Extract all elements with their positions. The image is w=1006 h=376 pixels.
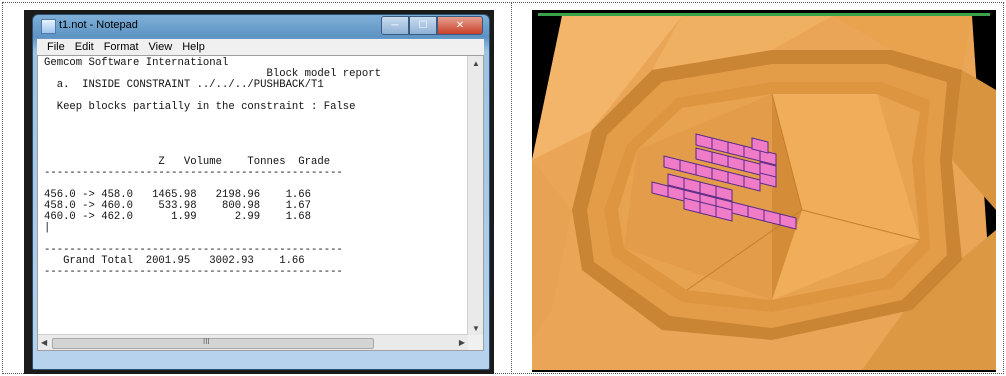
minimize-button[interactable]: ─ (381, 16, 409, 35)
figure-divider (511, 2, 512, 372)
text-editor[interactable]: Gemcom Software International Block mode… (37, 55, 484, 351)
vertical-scrollbar[interactable]: ▲ ▼ (467, 56, 483, 336)
report-line: ----------------------------------------… (44, 266, 343, 278)
menu-bar: File Edit Format View Help (37, 39, 484, 55)
menu-file[interactable]: File (47, 41, 65, 53)
report-line: | (44, 222, 51, 234)
menu-format[interactable]: Format (104, 41, 139, 53)
report-line: ----------------------------------------… (44, 167, 343, 179)
window-controls: ─ ☐ ✕ (381, 16, 483, 35)
scroll-down-icon[interactable]: ▼ (472, 324, 480, 333)
menu-view[interactable]: View (149, 41, 173, 53)
scroll-left-icon[interactable]: ◀ (41, 338, 47, 347)
resize-corner (468, 335, 483, 350)
notepad-window: t1.not - Notepad ─ ☐ ✕ File Edit Format … (32, 14, 490, 370)
maximize-button[interactable]: ☐ (409, 16, 437, 35)
scrollbar-thumb[interactable]: III (52, 337, 374, 349)
report-line: 460.0 -> 462.0 1.99 2.99 1.68 (44, 211, 312, 223)
pit-3d-view (532, 10, 996, 372)
scroll-up-icon[interactable]: ▲ (472, 59, 480, 68)
report-text: Gemcom Software International Block mode… (44, 58, 381, 278)
close-button[interactable]: ✕ (437, 16, 483, 35)
block-model-viewer (532, 10, 996, 372)
window-title: t1.not - Notepad (59, 19, 138, 31)
menu-edit[interactable]: Edit (75, 41, 94, 53)
notepad-app-icon (41, 19, 56, 34)
scroll-right-icon[interactable]: ▶ (459, 338, 465, 347)
scrollbar-grip: III (203, 337, 210, 346)
viewer-top-border (538, 13, 990, 16)
report-line: a. INSIDE CONSTRAINT ../../../PUSHBACK/T… (44, 79, 324, 91)
menu-help[interactable]: Help (182, 41, 205, 53)
report-line: Keep blocks partially in the constraint … (44, 101, 356, 113)
horizontal-scrollbar[interactable]: ◀ III ▶ (38, 334, 468, 350)
